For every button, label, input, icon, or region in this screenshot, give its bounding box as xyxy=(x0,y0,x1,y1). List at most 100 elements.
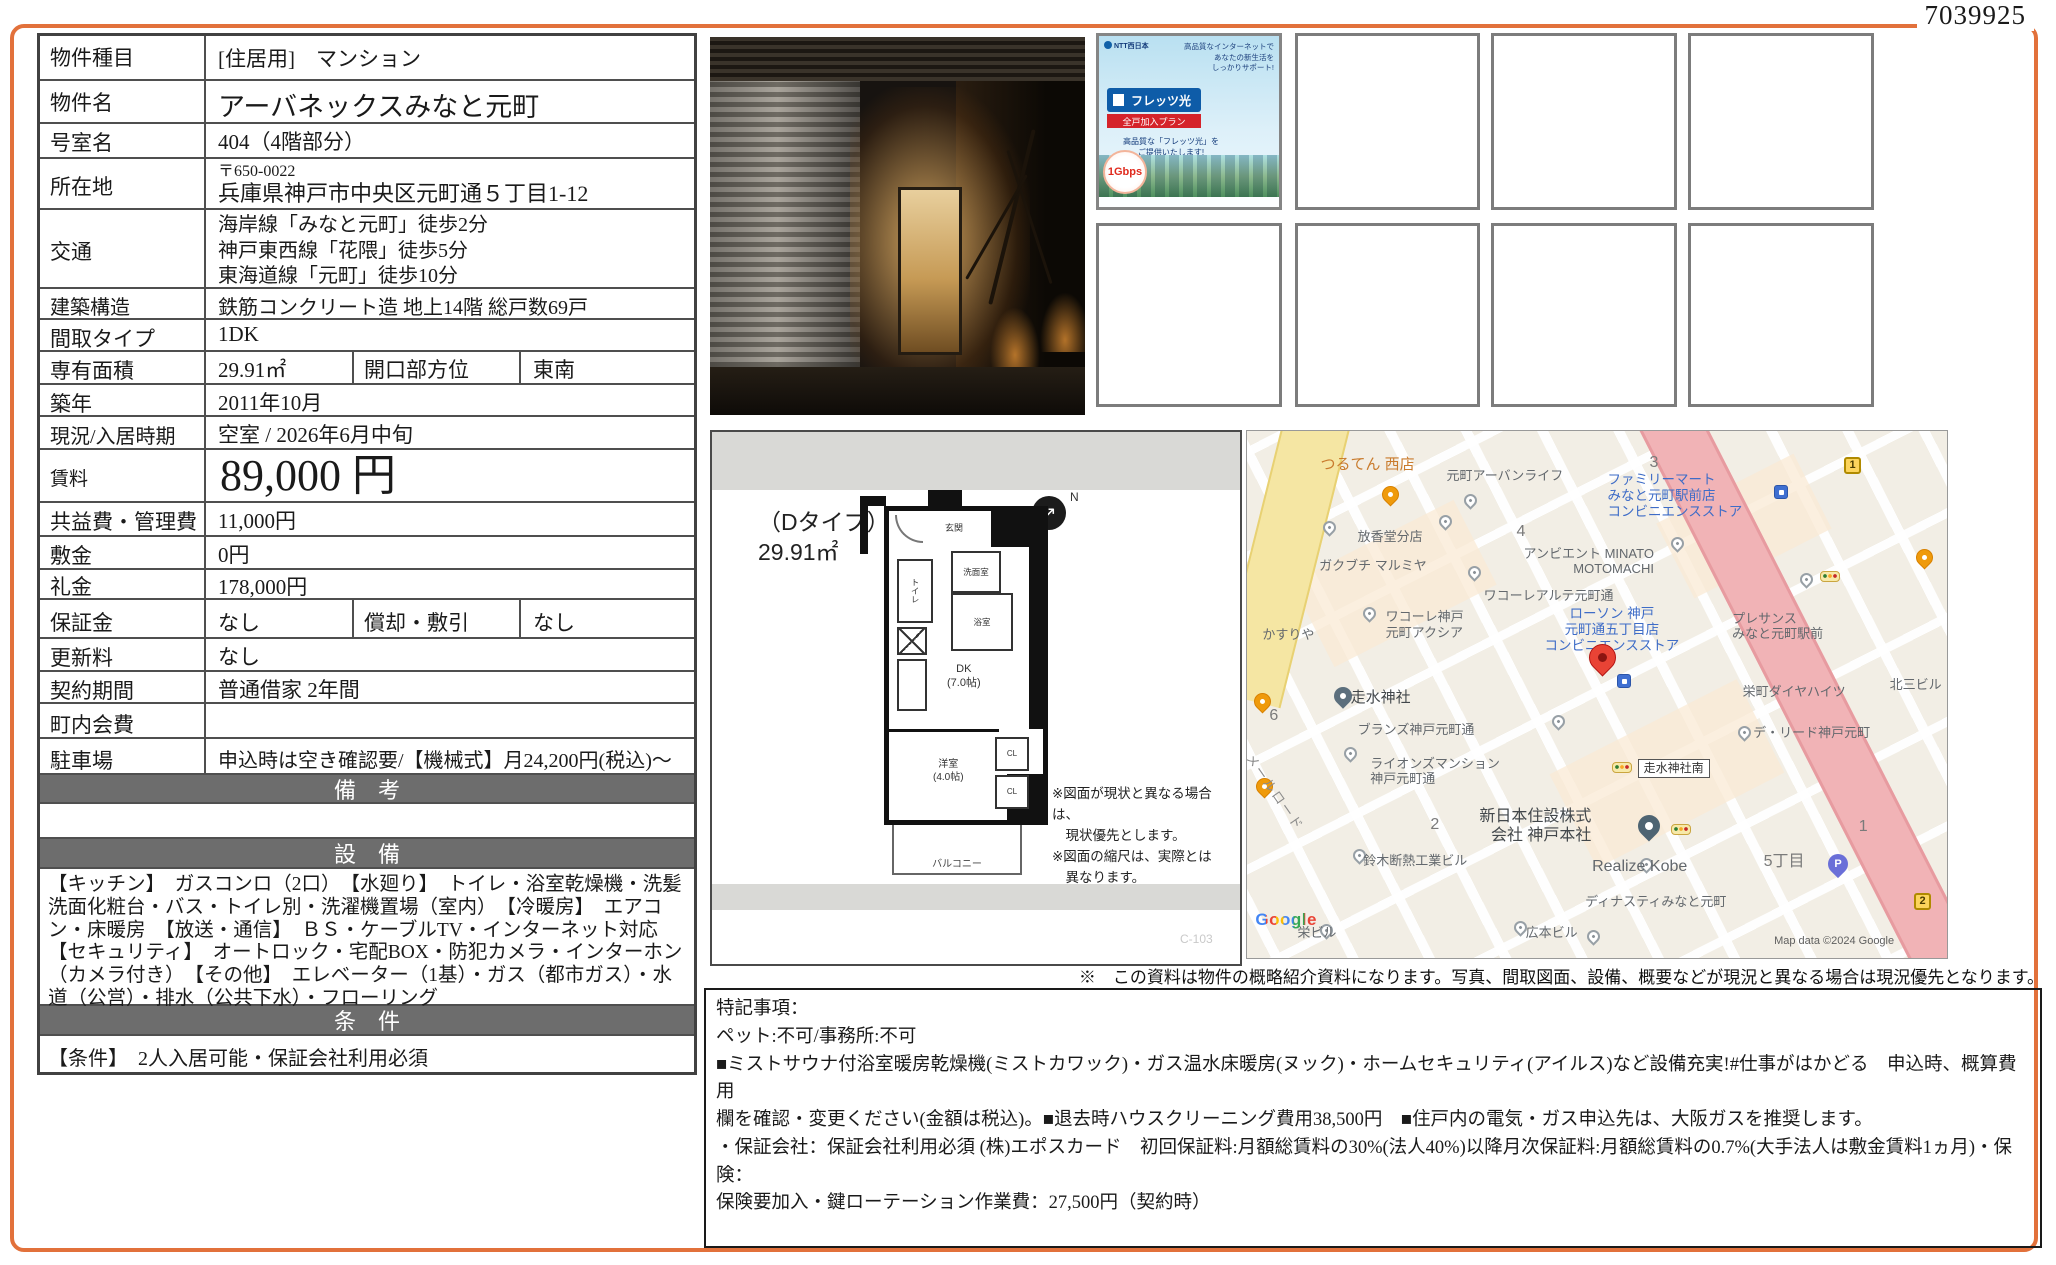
property-table: 物件種目 [住居用] マンション 物件名 アーバネックスみなと元町 号室名 40… xyxy=(37,33,697,1075)
equipment-body: 【キッチン】 ガスコンロ（2口） 【水廻り】 トイレ・浴室乾燥機・洗髪洗面化粧台… xyxy=(40,867,694,1004)
map-label: ワコーレ神戸 元町アクシア xyxy=(1386,609,1464,640)
row-value: 鉄筋コンクリート造 地上14階 総戸数69戸 xyxy=(206,289,694,318)
table-row-access: 交通 海岸線「みなと元町」徒歩2分 神戸東西線「花隈」徒歩5分 東海道線「元町」… xyxy=(40,208,694,287)
traffic-map-pin xyxy=(1820,571,1840,582)
row-label: 所在地 xyxy=(40,159,206,208)
map-photo-disclaimer: ※ この資料は物件の概略紹介資料になります。写真、間取図面、設備、概要などが現況… xyxy=(700,963,2044,988)
coffee-map-pin xyxy=(1913,545,1937,569)
mp-map-pin xyxy=(1341,744,1359,762)
section-header-notes: 備 考 xyxy=(40,773,694,802)
map-label: アンビエント MINATO MOTOMACHI xyxy=(1524,546,1654,577)
map-label: 放香堂分店 xyxy=(1358,529,1423,545)
ppin-map-pin xyxy=(1824,849,1852,877)
row-label: 物件名 xyxy=(40,81,206,122)
table-row-type: 物件種目 [住居用] マンション xyxy=(40,36,694,79)
map-label: かすりや xyxy=(1262,627,1314,643)
map-label: 走水神社南 xyxy=(1638,759,1710,777)
map-label: Google xyxy=(1255,910,1317,930)
closet-2: CL xyxy=(995,775,1029,809)
table-row-fees: 共益費・管理費 11,000円 xyxy=(40,501,694,535)
map-label: Realize Kobe xyxy=(1592,857,1687,876)
map-label: 栄町ダイヤハイツ xyxy=(1743,684,1846,700)
row-label: 号室名 xyxy=(40,124,206,157)
room-washroom: 洗面室 xyxy=(951,551,1001,593)
row-label: 建築構造 xyxy=(40,289,206,318)
badge-map-pin: 1 xyxy=(1844,457,1861,474)
amortization-value: なし xyxy=(521,600,694,637)
row-value: 2011年10月 xyxy=(206,385,694,415)
map-label: 北三ビル xyxy=(1890,677,1942,693)
postal-code: 〒650-0022 xyxy=(218,161,694,181)
row-label: 町内会費 xyxy=(40,704,206,737)
floorplan-disclaimer: ※図面が現状と異なる場合は、 現状優先とします。 ※図面の縮尺は、実際とは 異な… xyxy=(1052,784,1238,889)
bluesq-map-pin xyxy=(1774,485,1788,499)
flyer-slogan: 高品質なインターネットで あなたの新生活を しっかりサポート! xyxy=(1184,42,1274,74)
facing-label: 開口部方位 xyxy=(354,352,521,383)
row-label: 共益費・管理費 xyxy=(40,503,206,535)
table-row-association: 町内会費 xyxy=(40,702,694,737)
remarks-line: ■ミストサウナ付浴室暖房乾燥機(ミストカワック)・ガス温水床暖房(ヌック)・ホー… xyxy=(716,1052,2030,1108)
building-photo xyxy=(710,37,1085,415)
section-header-equipment: 設 備 xyxy=(40,837,694,867)
table-row-name: 物件名 アーバネックスみなと元町 xyxy=(40,79,694,122)
row-value: 申込時は空き確認要/【機械式】月24,200円(税込)～ xyxy=(206,739,694,773)
table-row-status: 現況/入居時期 空室 / 2026年6月中旬 xyxy=(40,415,694,448)
row-value: 404（4階部分） xyxy=(206,124,694,157)
traffic-map-pin xyxy=(1612,762,1632,773)
table-row-area: 専有面積 29.91㎡ 開口部方位 東南 xyxy=(40,350,694,383)
row-label: 物件種目 xyxy=(40,36,206,79)
row-value: 普通借家 2年間 xyxy=(206,672,694,702)
darkpin-map-pin xyxy=(1633,810,1664,841)
wall-stub xyxy=(928,490,962,506)
row-label: 保証金 xyxy=(40,600,206,637)
table-row-contract: 契約期間 普通借家 2年間 xyxy=(40,670,694,702)
map-label: ワコーレアルテ元町通 xyxy=(1484,588,1614,604)
all-units-plan-badge: 全戸加入プラン xyxy=(1107,114,1201,128)
flyer-caption-strip xyxy=(1099,197,1279,207)
mp-map-pin xyxy=(1584,927,1602,945)
floorplan-margin xyxy=(712,432,1240,490)
mp-map-pin xyxy=(1797,571,1815,589)
photo-wall-slats xyxy=(710,37,860,415)
mp-map-pin xyxy=(1461,492,1479,510)
row-label: 専有面積 xyxy=(40,352,206,383)
photo-ground xyxy=(710,367,1085,415)
table-row-built: 築年 2011年10月 xyxy=(40,383,694,415)
floorplan-type-label: （Dタイプ） 29.91㎡ xyxy=(758,508,890,568)
conditions-body: 【条件】 2人入居可能・保証会社利用必須 xyxy=(40,1034,694,1072)
facing-value: 東南 xyxy=(521,352,694,383)
flets-hikari-badge: フレッツ光 xyxy=(1107,88,1201,112)
map-label: 3 xyxy=(1650,453,1659,472)
table-row-deposit: 敷金 0円 xyxy=(40,535,694,568)
photo-placeholder xyxy=(1688,33,1874,210)
map-label: 5丁目 xyxy=(1764,852,1805,871)
row-label: 契約期間 xyxy=(40,672,206,702)
floor-plan-panel: （Dタイプ） 29.91㎡ ↗ N 玄関 トイレ 洗面室 浴室 DK (7.0帖… xyxy=(710,430,1242,966)
room-toilet: トイレ xyxy=(897,559,933,623)
map-label: ライオンズマンション 神戸元町通 xyxy=(1370,756,1500,787)
kitchen-fixture xyxy=(897,659,927,711)
badge-map-pin: 2 xyxy=(1914,893,1931,910)
remarks-line: ・保証会社：保証会社利用必須 (株)エポスカード 初回保証料:月額総賃料の30%… xyxy=(716,1135,2030,1191)
row-value: なし xyxy=(206,639,694,670)
entry-door-arc xyxy=(895,515,923,543)
remarks-title: 特記事項： xyxy=(716,996,2030,1024)
row-label: 駐車場 xyxy=(40,739,206,773)
row-value: 空室 / 2026年6月中旬 xyxy=(206,417,694,448)
row-label: 築年 xyxy=(40,385,206,415)
mp-map-pin xyxy=(1549,712,1567,730)
row-value: 〒650-0022 兵庫県神戸市中央区元町通５丁目1-12 xyxy=(206,159,694,208)
table-row-keymoney: 礼金 178,000円 xyxy=(40,568,694,598)
map-label: Map data ©2024 Google xyxy=(1774,935,1894,948)
table-row-rent: 賃料 89,000 円 xyxy=(40,448,694,501)
remarks-line: 欄を確認・変更ください(金額は税込)。■退去時ハウスクリーニング費用38,500… xyxy=(716,1107,2030,1135)
balcony: バルコニー xyxy=(892,825,1022,875)
property-name: アーバネックスみなと元町 xyxy=(206,81,694,122)
map-label: 広本ビル xyxy=(1526,925,1578,941)
mp-map-pin xyxy=(1360,604,1378,622)
remarks-line: ペット:不可/事務所:不可 xyxy=(716,1024,2030,1052)
traffic-map-pin xyxy=(1671,824,1691,835)
row-label: 更新料 xyxy=(40,639,206,670)
special-remarks-box: 特記事項： ペット:不可/事務所:不可 ■ミストサウナ付浴室暖房乾燥機(ミストカ… xyxy=(704,988,2042,1248)
room-bath: 浴室 xyxy=(951,593,1013,651)
